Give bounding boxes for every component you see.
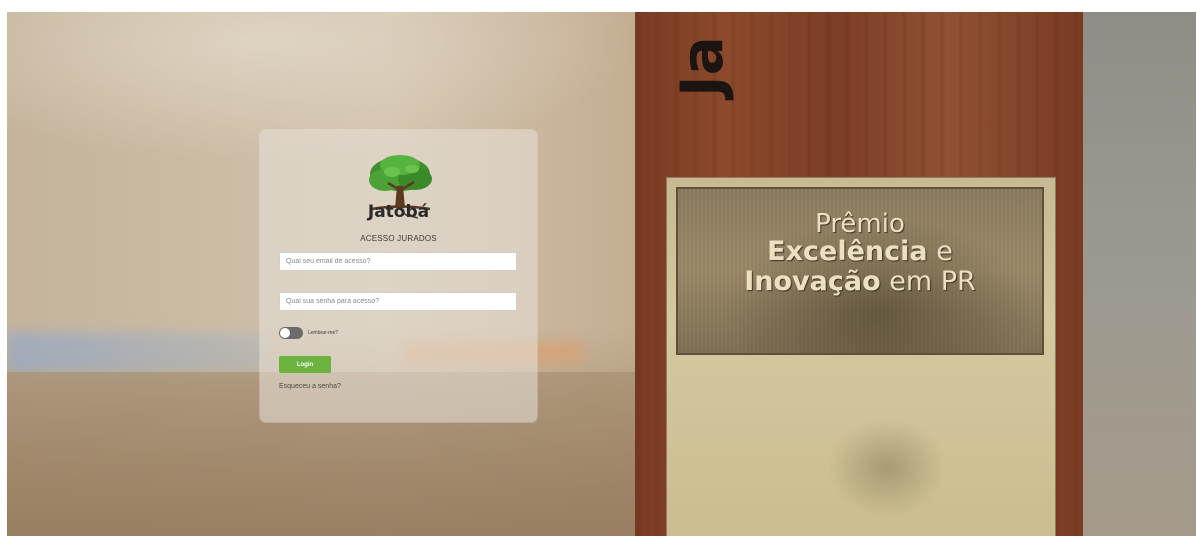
page-frame: Ja Prêmio Excelência e Inovação em PR — [7, 12, 1196, 536]
remember-me-label: Lembrar-me? — [308, 330, 339, 336]
toggle-knob — [280, 328, 290, 338]
remember-me-toggle[interactable] — [279, 327, 303, 339]
plaque-line-3-bold: Inovação — [744, 266, 881, 297]
plaque-line-1: Prêmio — [815, 209, 905, 239]
plaque-line-2: Excelência e — [678, 237, 1042, 267]
password-input[interactable] — [279, 292, 517, 311]
login-card: Jatobá ACESSO JURADOS Lembrar-me? Login … — [260, 130, 537, 422]
email-input[interactable] — [279, 252, 517, 271]
plaque-line-3: Inovação em PR — [678, 267, 1042, 297]
wood-engraved-letters: Ja — [668, 36, 736, 97]
background-blue-stripe — [7, 332, 267, 372]
plaque-reflection — [827, 418, 947, 518]
award-plaque: Prêmio Excelência e Inovação em PR — [667, 178, 1055, 536]
forgot-password-link[interactable]: Esqueceu a senha? — [279, 383, 341, 390]
brand-logo-text: Jatobá — [367, 202, 430, 222]
plaque-line-3-rest: em PR — [880, 266, 976, 297]
plaque-engraving: Prêmio Excelência e Inovação em PR — [676, 187, 1044, 355]
login-subtitle: ACESSO JURADOS — [360, 234, 437, 243]
plaque-line-2-bold: Excelência — [767, 236, 928, 267]
background-right-wall — [1083, 12, 1196, 536]
login-button[interactable]: Login — [279, 356, 331, 373]
remember-me-row: Lembrar-me? — [279, 326, 338, 340]
plaque-line-2-rest: e — [927, 236, 953, 267]
